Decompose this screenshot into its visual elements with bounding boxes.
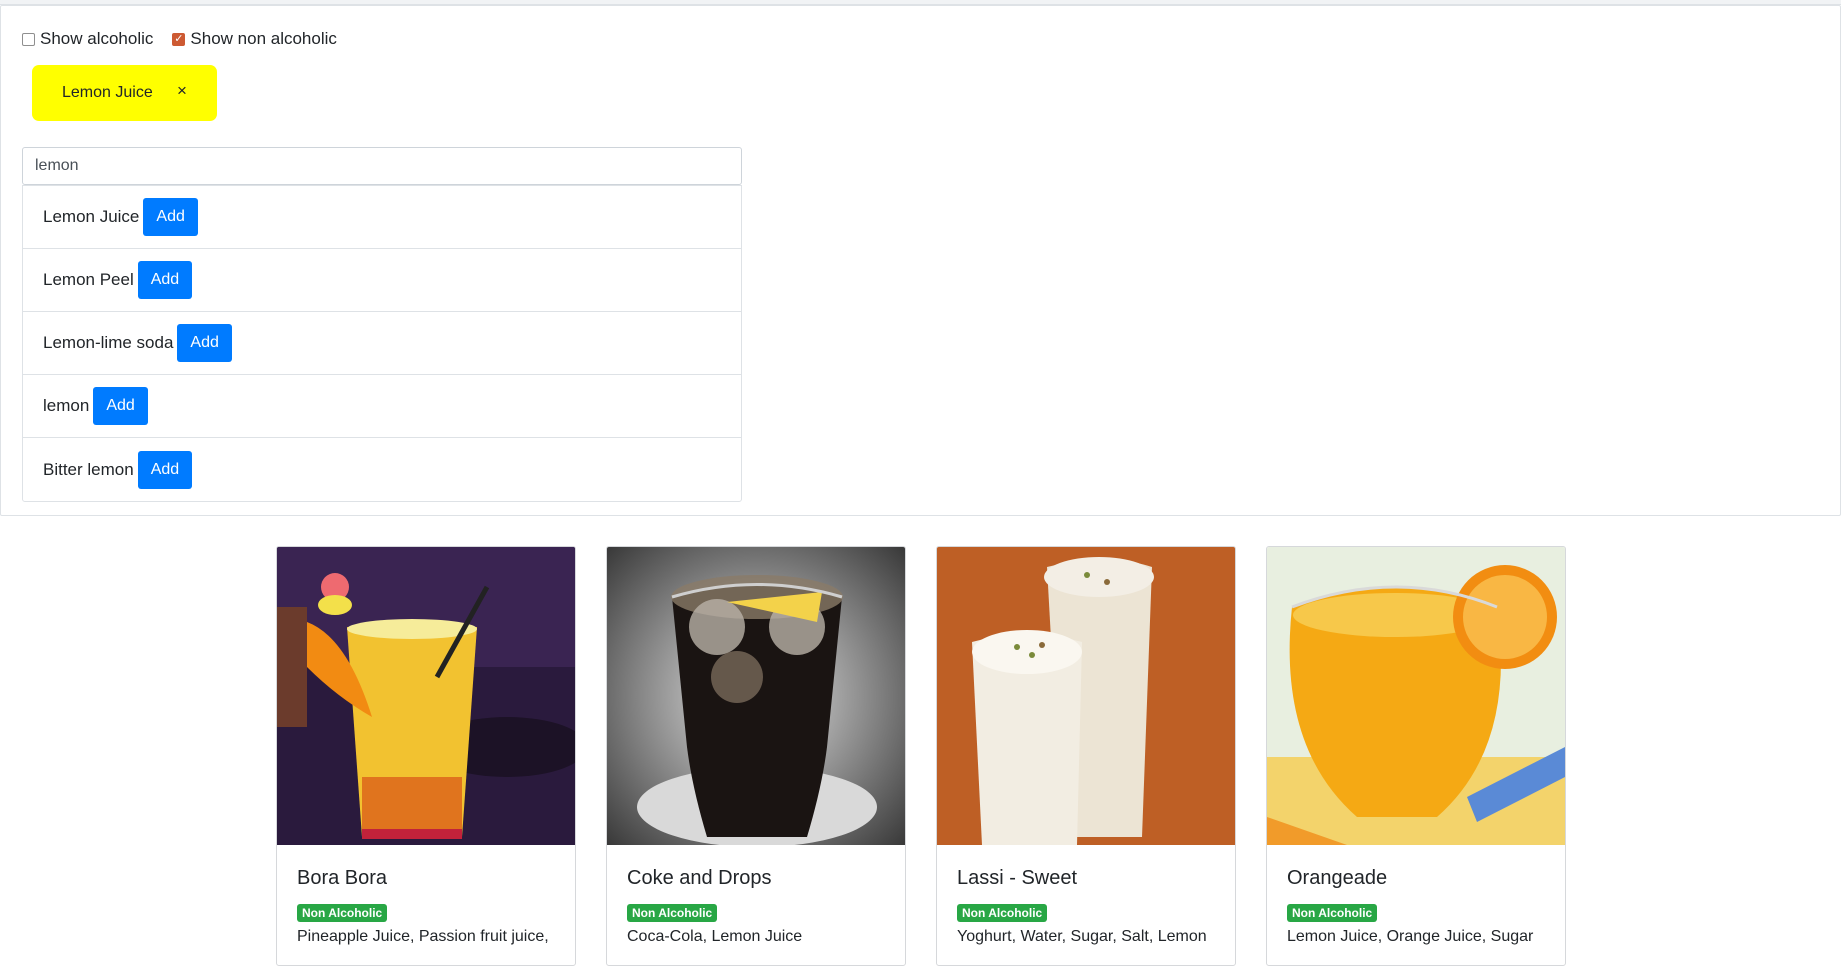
- drink-title: Orangeade: [1287, 867, 1388, 889]
- result-label: Lemon-lime soda: [43, 333, 174, 352]
- show-alcoholic-filter[interactable]: Show alcoholic: [22, 29, 153, 49]
- ingredient-search-input[interactable]: [22, 147, 742, 185]
- result-label: Lemon Peel: [43, 270, 134, 289]
- non-alcoholic-badge: Non Alcoholic: [1287, 904, 1378, 922]
- drink-card[interactable]: Bora Bora Non Alcoholic Pineapple Juice,…: [276, 546, 576, 966]
- filter-panel: Show alcoholic ✓ Show non alcoholic Lemo…: [0, 5, 1841, 516]
- result-label: Lemon Juice: [43, 207, 140, 226]
- drink-card[interactable]: Coke and Drops Non Alcoholic Coca-Cola, …: [606, 546, 906, 966]
- list-item: Lemon Juice Add: [23, 186, 741, 249]
- non-alcoholic-badge: Non Alcoholic: [957, 904, 1048, 922]
- drink-photo: [1267, 547, 1565, 845]
- drink-card[interactable]: Orangeade Non Alcoholic Lemon Juice, Ora…: [1266, 546, 1566, 966]
- result-label: lemon: [43, 396, 90, 415]
- drink-ingredients: Pineapple Juice, Passion fruit juice,: [297, 928, 549, 945]
- add-lemon-button[interactable]: Add: [93, 387, 148, 425]
- non-alcoholic-badge: Non Alcoholic: [627, 904, 718, 922]
- non-alcoholic-badge: Non Alcoholic: [297, 904, 388, 922]
- add-lemon-juice-button[interactable]: Add: [143, 198, 198, 236]
- drink-ingredients: Coca-Cola, Lemon Juice: [627, 928, 803, 945]
- selected-ingredient-label: Lemon Juice: [62, 84, 153, 101]
- close-icon[interactable]: ×: [173, 82, 191, 100]
- result-label: Bitter lemon: [43, 459, 134, 479]
- drink-card[interactable]: Lassi - Sweet Non Alcoholic Yoghurt, Wat…: [936, 546, 1236, 966]
- add-bitter-lemon-button[interactable]: Add: [137, 450, 193, 489]
- show-non-alcoholic-checkbox[interactable]: ✓: [172, 32, 186, 46]
- drink-title: Lassi - Sweet: [957, 867, 1078, 889]
- show-non-alcoholic-label: Show non alcoholic: [190, 29, 337, 48]
- drink-photo: [937, 547, 1235, 845]
- search-results-list: Lemon Juice Add Lemon Peel Add Lemon-lim…: [22, 185, 742, 502]
- drink-title: Coke and Drops: [627, 867, 772, 889]
- drink-photo: [607, 547, 905, 845]
- add-lemon-peel-button[interactable]: Add: [137, 261, 193, 299]
- drink-type-filters: Show alcoholic ✓ Show non alcoholic: [22, 29, 356, 49]
- list-item: Lemon-lime soda Add: [23, 312, 741, 375]
- show-alcoholic-checkbox[interactable]: [22, 32, 35, 46]
- drink-ingredients: Yoghurt, Water, Sugar, Salt, Lemon: [957, 928, 1207, 945]
- list-item: Bitter lemon Add: [23, 438, 741, 501]
- show-non-alcoholic-filter[interactable]: ✓ Show non alcoholic: [172, 29, 337, 49]
- drink-cards-grid: Bora Bora Non Alcoholic Pineapple Juice,…: [276, 546, 1596, 966]
- drink-photo: [277, 547, 575, 845]
- drink-ingredients: Lemon Juice, Orange Juice, Sugar: [1287, 928, 1534, 945]
- add-lemon-lime-soda-button[interactable]: Add: [177, 324, 232, 362]
- list-item: lemon Add: [23, 375, 741, 438]
- show-alcoholic-label: Show alcoholic: [40, 29, 154, 48]
- drink-title: Bora Bora: [297, 867, 388, 889]
- list-item: Lemon Peel Add: [23, 249, 741, 312]
- selected-ingredient-chip: Lemon Juice ×: [32, 65, 217, 121]
